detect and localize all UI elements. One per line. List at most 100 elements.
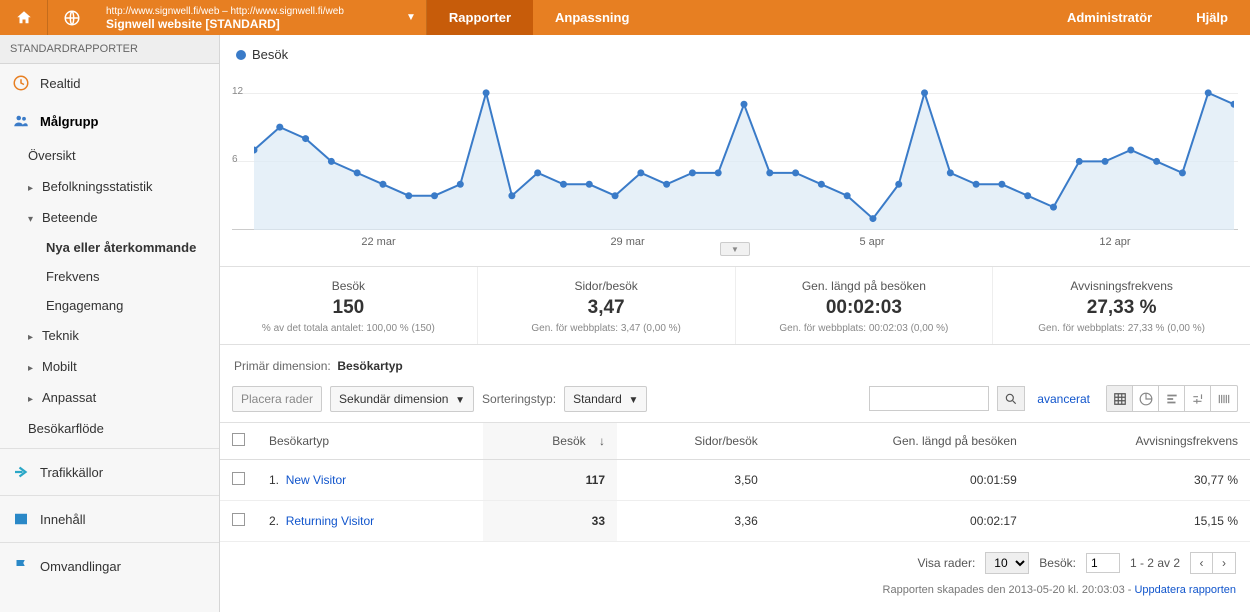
series-name: Besök	[252, 47, 288, 62]
view-toggle	[1106, 385, 1238, 412]
sidebar: STANDARDRAPPORTER Realtid Målgrupp Övers…	[0, 35, 220, 612]
sidebar-item-audience[interactable]: Målgrupp	[0, 102, 219, 140]
chevron-down-icon: ▼	[406, 12, 416, 23]
chart-area: Besök 12 6 22 mar 29 mar 5 apr 12 apr ▼	[220, 35, 1250, 266]
view-compare[interactable]	[1185, 386, 1211, 411]
primary-dimension: Primär dimension: Besökartyp	[220, 345, 1250, 379]
property-selector[interactable]: http://www.signwell.fi/web – http://www.…	[96, 0, 396, 35]
col-pages[interactable]: Sidor/besök	[617, 423, 770, 460]
rows-select[interactable]: 10	[985, 552, 1029, 574]
row-checkbox[interactable]	[232, 472, 245, 485]
sidebar-item-content[interactable]: Innehåll	[0, 500, 219, 538]
view-table[interactable]	[1107, 386, 1133, 411]
col-type[interactable]: Besökartyp	[257, 423, 483, 460]
metric-card[interactable]: Avvisningsfrekvens27,33 %Gen. för webbpl…	[993, 267, 1250, 344]
table-row[interactable]: 1. New Visitor1173,5000:01:5930,77 %	[220, 460, 1250, 501]
table-row[interactable]: 2. Returning Visitor333,3600:02:1715,15 …	[220, 501, 1250, 542]
people-icon	[12, 112, 30, 130]
sidebar-item-conversions[interactable]: Omvandlingar	[0, 547, 219, 585]
col-duration[interactable]: Gen. längd på besöken	[770, 423, 1029, 460]
select-all-checkbox[interactable]	[232, 433, 245, 446]
property-dropdown[interactable]: ▼	[396, 0, 427, 35]
col-bounce[interactable]: Avvisningsfrekvens	[1029, 423, 1250, 460]
chevron-down-icon: ▼	[731, 245, 739, 254]
sidebar-item-behavior[interactable]: Beteende	[0, 202, 219, 233]
sort-type-button[interactable]: Standard ▼	[564, 386, 647, 412]
place-rows-button[interactable]: Placera rader	[232, 386, 322, 412]
row-link[interactable]: Returning Visitor	[286, 514, 375, 528]
metric-sub: Gen. för webbplats: 00:02:03 (0,00 %)	[740, 323, 989, 334]
tab-help[interactable]: Hjälp	[1174, 0, 1250, 35]
globe-button[interactable]	[48, 0, 96, 35]
pivot-icon	[1217, 392, 1231, 406]
view-pivot[interactable]	[1211, 386, 1237, 411]
row-duration: 00:02:17	[770, 501, 1029, 542]
refresh-link[interactable]: Uppdatera rapporten	[1134, 584, 1236, 596]
row-bounce: 15,15 %	[1029, 501, 1250, 542]
metric-sub: Gen. för webbplats: 27,33 % (0,00 %)	[997, 323, 1246, 334]
clock-icon	[12, 74, 30, 92]
y-tick: 12	[232, 86, 243, 97]
chevron-down-icon: ▼	[455, 395, 465, 406]
advanced-link[interactable]: avancerat	[1037, 392, 1090, 406]
metric-value: 00:02:03	[740, 297, 989, 319]
secondary-dim-button[interactable]: Sekundär dimension ▼	[330, 386, 474, 412]
row-visits: 33	[483, 501, 617, 542]
row-link[interactable]: New Visitor	[286, 473, 346, 487]
metric-sub: % av det totala antalet: 100,00 % (150)	[224, 323, 473, 334]
chart-svg	[254, 70, 1234, 230]
grid-icon	[1113, 392, 1127, 406]
data-table: Besökartyp Besök ↓ Sidor/besök Gen. läng…	[220, 423, 1250, 542]
sidebar-item-technology[interactable]: Teknik	[0, 320, 219, 351]
sidebar-item-traffic[interactable]: Trafikkällor	[0, 453, 219, 491]
property-name: Signwell website [STANDARD]	[106, 18, 386, 30]
metric-label: Gen. längd på besöken	[740, 279, 989, 293]
metric-card[interactable]: Besök150% av det totala antalet: 100,00 …	[220, 267, 478, 344]
range-text: 1 - 2 av 2	[1130, 556, 1180, 570]
col-visits[interactable]: Besök ↓	[483, 423, 617, 460]
globe-icon	[63, 9, 81, 27]
tab-reports[interactable]: Rapporter	[427, 0, 533, 35]
metric-card[interactable]: Gen. längd på besöken 00:02:03 Gen. för we…	[736, 267, 994, 344]
metric-label: Besök	[224, 279, 473, 293]
sidebar-item-realtime[interactable]: Realtid	[0, 64, 219, 102]
goto-input[interactable]	[1086, 553, 1120, 573]
next-button[interactable]: ›	[1213, 553, 1235, 573]
line-chart[interactable]: 12 6	[232, 70, 1238, 230]
search-button[interactable]	[997, 386, 1025, 411]
bars-icon	[1165, 392, 1179, 406]
prev-button[interactable]: ‹	[1191, 553, 1213, 573]
chevron-down-icon: ▼	[628, 395, 638, 406]
metric-value: 27,33 %	[997, 297, 1246, 319]
view-pie[interactable]	[1133, 386, 1159, 411]
row-checkbox[interactable]	[232, 513, 245, 526]
search-input[interactable]	[869, 386, 989, 411]
sidebar-item-new-returning[interactable]: Nya eller återkommande	[0, 233, 219, 262]
search-icon	[1004, 392, 1018, 406]
sidebar-item-mobile[interactable]: Mobilt	[0, 351, 219, 382]
sidebar-item-visitor-flow[interactable]: Besökarflöde	[0, 413, 219, 444]
tab-admin[interactable]: Administratör	[1045, 0, 1174, 35]
x-tick: 22 mar	[361, 236, 395, 248]
home-button[interactable]	[0, 0, 48, 35]
flag-icon	[12, 557, 30, 575]
row-idx: 1.	[269, 473, 279, 487]
drag-handle[interactable]: ▼	[720, 242, 750, 256]
tab-customize[interactable]: Anpassning	[533, 0, 651, 35]
metric-sub: Gen. för webbplats: 3,47 (0,00 %)	[482, 323, 731, 334]
view-bars[interactable]	[1159, 386, 1185, 411]
sidebar-item-demographics[interactable]: Befolkningsstatistik	[0, 171, 219, 202]
sidebar-item-custom[interactable]: Anpassat	[0, 382, 219, 413]
row-pages: 3,36	[617, 501, 770, 542]
visits-label: Besök:	[1039, 556, 1076, 570]
row-bounce: 30,77 %	[1029, 460, 1250, 501]
sidebar-item-overview[interactable]: Översikt	[0, 140, 219, 171]
sidebar-item-frequency[interactable]: Frekvens	[0, 262, 219, 291]
series-dot	[236, 50, 246, 60]
x-tick: 29 mar	[610, 236, 644, 248]
metric-card[interactable]: Sidor/besök3,47Gen. för webbplats: 3,47 …	[478, 267, 736, 344]
sidebar-label: Trafikkällor	[40, 465, 103, 480]
dim-label: Primär dimension:	[234, 359, 331, 373]
row-pages: 3,50	[617, 460, 770, 501]
sidebar-item-engagement[interactable]: Engagemang	[0, 291, 219, 320]
